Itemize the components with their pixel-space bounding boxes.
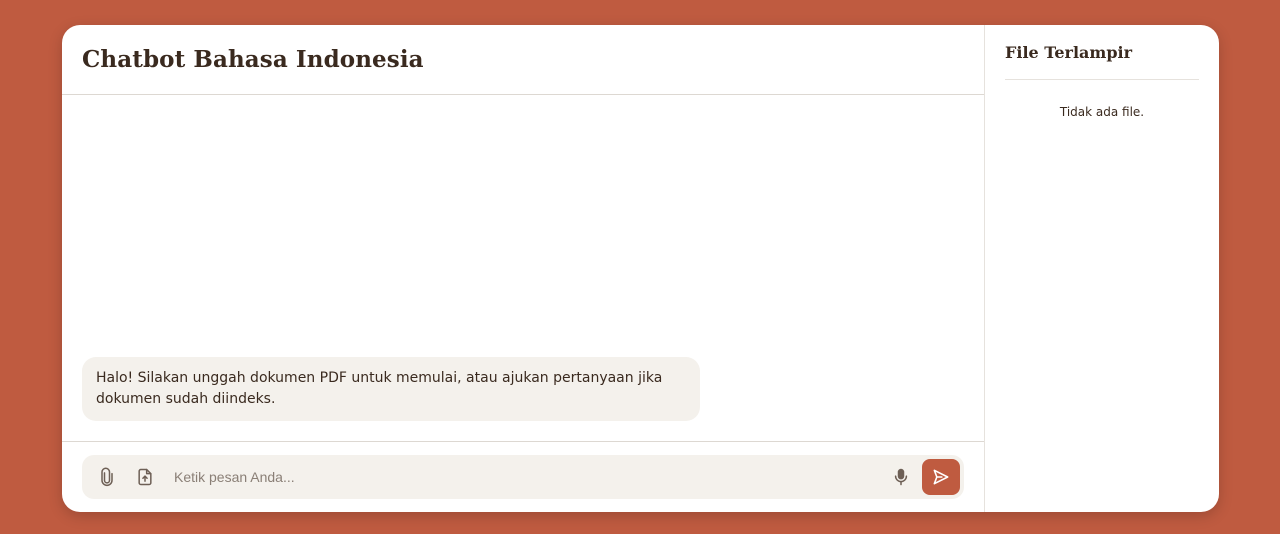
send-button[interactable] — [922, 459, 960, 495]
chat-panel: Chatbot Bahasa Indonesia Halo! Silakan u… — [62, 25, 985, 512]
composer-area — [62, 441, 984, 512]
attachments-sidebar: File Terlampir Tidak ada file. — [985, 25, 1219, 512]
message-input[interactable] — [168, 462, 886, 492]
composer-bar — [82, 455, 964, 499]
voice-input-button[interactable] — [886, 462, 916, 492]
app-card: Chatbot Bahasa Indonesia Halo! Silakan u… — [62, 25, 1219, 512]
chat-header: Chatbot Bahasa Indonesia — [62, 25, 984, 95]
empty-files-note: Tidak ada file. — [1059, 105, 1145, 119]
upload-file-button[interactable] — [130, 462, 160, 492]
sidebar-header: File Terlampir — [1005, 25, 1199, 80]
paperclip-icon — [101, 467, 113, 487]
message-list: Halo! Silakan unggah dokumen PDF untuk m… — [62, 95, 984, 441]
file-upload-icon — [138, 468, 152, 486]
microphone-icon — [894, 468, 908, 486]
attach-button[interactable] — [92, 462, 122, 492]
sidebar-title: File Terlampir — [1005, 42, 1133, 62]
bot-message-bubble: Halo! Silakan unggah dokumen PDF untuk m… — [82, 357, 700, 421]
send-icon — [933, 469, 949, 485]
page-title: Chatbot Bahasa Indonesia — [82, 46, 424, 73]
